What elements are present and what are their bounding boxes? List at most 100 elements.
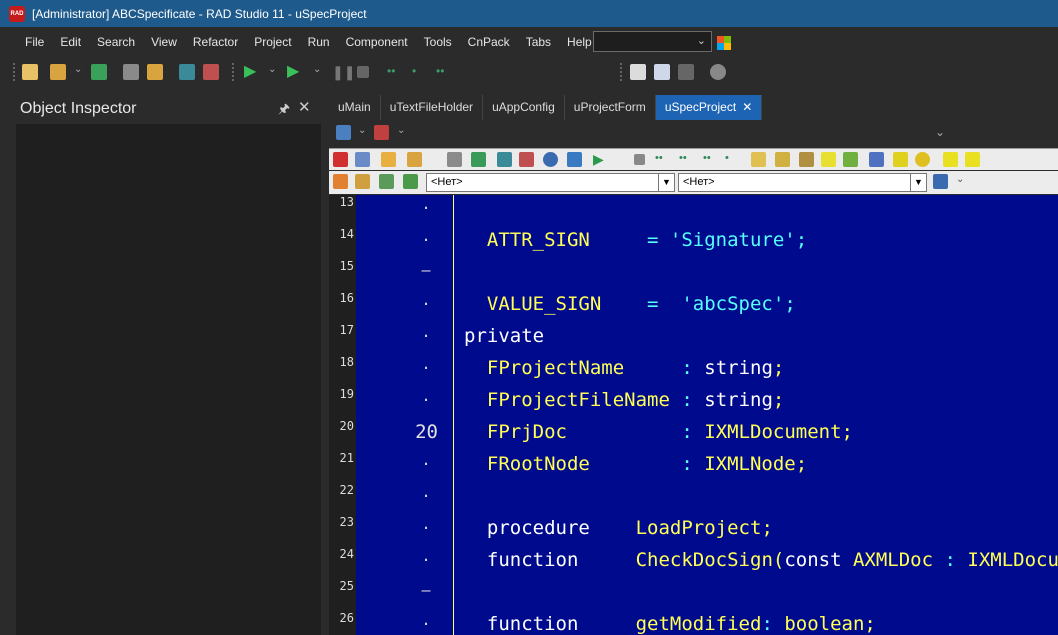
- line-number: 18: [339, 355, 354, 369]
- menu-component[interactable]: Component: [338, 35, 416, 49]
- open-folder-icon[interactable]: [50, 64, 66, 80]
- cnpack-gear-icon[interactable]: [543, 152, 558, 167]
- print-icon[interactable]: [374, 125, 389, 140]
- cnpack-save-icon[interactable]: [447, 152, 462, 167]
- menu-file[interactable]: File: [17, 35, 52, 49]
- menu-tabs[interactable]: Tabs: [518, 35, 559, 49]
- tab-umain[interactable]: uMain: [329, 95, 381, 120]
- line-number: 20: [339, 419, 354, 433]
- cnpack-about-icon[interactable]: [965, 152, 980, 167]
- settings-icon[interactable]: [710, 64, 726, 80]
- cnpack-open-icon[interactable]: [407, 152, 422, 167]
- menu-edit[interactable]: Edit: [52, 35, 89, 49]
- cnpack-numbers-icon[interactable]: [869, 152, 884, 167]
- cnpack-run-icon[interactable]: ▶: [593, 152, 608, 167]
- cnpack-bulb-icon[interactable]: [751, 152, 766, 167]
- menu-run[interactable]: Run: [300, 35, 338, 49]
- class-combo-value: <Нет>: [431, 176, 463, 188]
- chevron-down-icon[interactable]: ⌄: [935, 125, 945, 139]
- cnpack-step-icon[interactable]: ••: [655, 152, 670, 167]
- cnpack-remove-icon[interactable]: [519, 152, 534, 167]
- windows-icon[interactable]: [654, 64, 670, 80]
- chevron-down-icon[interactable]: ▼: [910, 174, 926, 191]
- nav-sort-icon[interactable]: [333, 174, 348, 189]
- stop-icon[interactable]: [357, 66, 369, 78]
- chevron-down-icon[interactable]: ⌄: [397, 125, 405, 136]
- rad-studio-app-icon[interactable]: RAD: [9, 5, 25, 22]
- toolbar-grip[interactable]: [13, 63, 15, 81]
- nav-impl-icon[interactable]: [403, 174, 418, 189]
- toggle-form-unit-icon[interactable]: [336, 125, 351, 140]
- trace-into-icon[interactable]: •: [412, 64, 428, 80]
- add-to-project-icon[interactable]: [179, 64, 195, 80]
- windows-logo-icon[interactable]: [717, 36, 731, 50]
- structure-icon[interactable]: [933, 174, 948, 189]
- cnpack-stop-square-icon[interactable]: [634, 154, 645, 165]
- menu-tools[interactable]: Tools: [416, 35, 460, 49]
- menu-search[interactable]: Search: [89, 35, 143, 49]
- method-combo[interactable]: <Нет> ▼: [678, 173, 927, 192]
- class-combo[interactable]: <Нет> ▼: [426, 173, 675, 192]
- cnpack-new-icon[interactable]: [381, 152, 396, 167]
- menu-cnpack[interactable]: CnPack: [460, 35, 518, 49]
- tab-uappconfig[interactable]: uAppConfig: [483, 95, 565, 120]
- line-marker: –: [421, 581, 431, 599]
- cnpack-help-icon[interactable]: [943, 152, 958, 167]
- close-icon[interactable]: ✕: [298, 98, 311, 116]
- cnpack-cursor-icon[interactable]: [843, 152, 858, 167]
- object-inspector-body[interactable]: [16, 124, 321, 635]
- cnpack-info-icon[interactable]: [355, 152, 370, 167]
- step-over-icon[interactable]: ••: [387, 64, 403, 80]
- run-without-debug-icon[interactable]: ▶: [287, 64, 303, 80]
- chevron-down-icon[interactable]: ⌄: [358, 125, 366, 136]
- tab-utextfileholder[interactable]: uTextFileHolder: [381, 95, 484, 120]
- cnpack-diamond-icon[interactable]: [567, 152, 582, 167]
- code-editor[interactable]: · · – · · · · 20 · · · · – · ATTR_SIGN =…: [356, 195, 1058, 635]
- chevron-down-icon[interactable]: ⌄: [268, 64, 276, 75]
- nav-bookmark-icon[interactable]: [355, 174, 370, 189]
- cnpack-check-icon[interactable]: [471, 152, 486, 167]
- cnpack-lightning-icon[interactable]: [821, 152, 836, 167]
- cnpack-note-icon[interactable]: [775, 152, 790, 167]
- open-project-icon[interactable]: [147, 64, 163, 80]
- tab-uspecproject[interactable]: uSpecProject ✕: [655, 95, 763, 120]
- line-number: 24: [339, 547, 354, 561]
- line-marker: ·: [421, 231, 431, 249]
- line-marker: ·: [421, 551, 431, 569]
- run-icon[interactable]: ▶: [244, 64, 260, 80]
- cnpack-step-icon[interactable]: ••: [703, 152, 718, 167]
- run-to-cursor-icon[interactable]: ••: [436, 64, 452, 80]
- chevron-down-icon[interactable]: ⌄: [313, 64, 321, 75]
- cnpack-stop-icon[interactable]: [333, 152, 348, 167]
- close-tab-icon[interactable]: ✕: [742, 100, 752, 114]
- menu-bar: File Edit Search View Refactor Project R…: [0, 27, 1058, 56]
- chevron-down-icon[interactable]: ⌄: [74, 64, 82, 75]
- cnpack-edit-icon[interactable]: [799, 152, 814, 167]
- cnpack-add-icon[interactable]: [497, 152, 512, 167]
- save-all-icon[interactable]: [123, 64, 139, 80]
- chevron-down-icon[interactable]: ▼: [658, 174, 674, 191]
- new-items-icon[interactable]: [22, 64, 38, 80]
- menu-refactor[interactable]: Refactor: [185, 35, 246, 49]
- desktop-layout-combo[interactable]: ⌄: [593, 31, 712, 52]
- cnpack-options-icon[interactable]: [915, 152, 930, 167]
- pause-icon[interactable]: ❚❚: [332, 64, 355, 80]
- code-line: FRootNode : IXMLNode;: [486, 453, 808, 475]
- layout-icon[interactable]: [678, 64, 694, 80]
- cnpack-step-icon[interactable]: •: [725, 152, 740, 167]
- tab-uprojectform[interactable]: uProjectForm: [565, 95, 656, 120]
- nav-unit-icon[interactable]: [379, 174, 394, 189]
- save-icon[interactable]: [91, 64, 107, 80]
- chevron-down-icon[interactable]: ⌄: [956, 174, 964, 185]
- toolbar-grip[interactable]: [232, 63, 234, 81]
- method-combo-value: <Нет>: [683, 176, 715, 188]
- menu-view[interactable]: View: [143, 35, 185, 49]
- line-marker: ·: [421, 391, 431, 409]
- menu-project[interactable]: Project: [246, 35, 299, 49]
- cnpack-step-icon[interactable]: ••: [679, 152, 694, 167]
- copy-icon[interactable]: [630, 64, 646, 80]
- remove-from-project-icon[interactable]: [203, 64, 219, 80]
- toolbar-grip[interactable]: [620, 63, 622, 81]
- cnpack-list-icon[interactable]: [893, 152, 908, 167]
- pin-icon[interactable]: 🖈: [278, 100, 290, 122]
